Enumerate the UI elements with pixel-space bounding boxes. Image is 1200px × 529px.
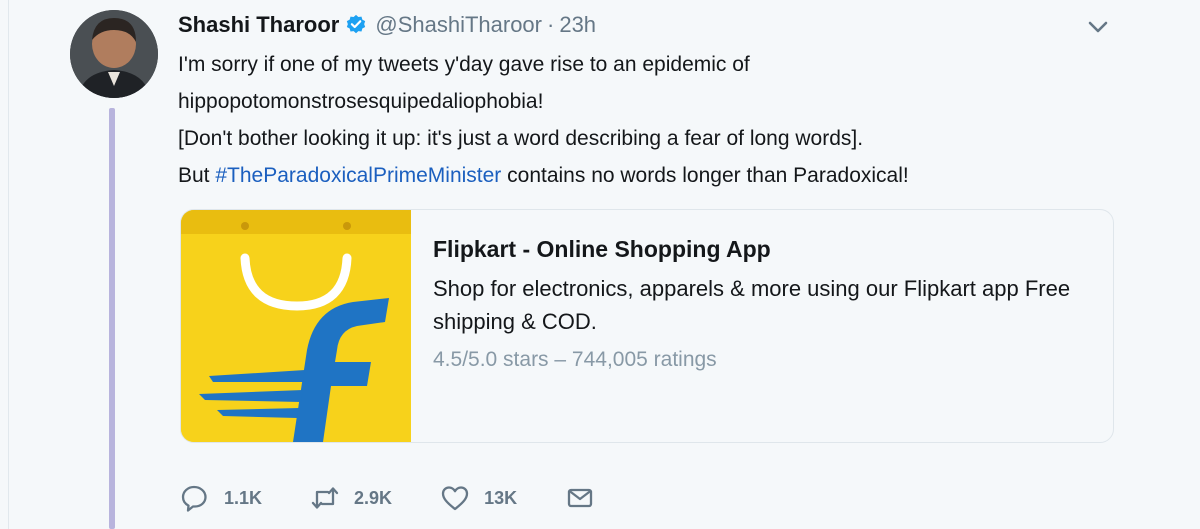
- tweet-text-line: hippopotomonstrosesquipedaliophobia!: [178, 90, 544, 113]
- avatar[interactable]: [70, 10, 158, 98]
- chevron-down-icon[interactable]: [1084, 14, 1112, 40]
- tweet-text-line: I'm sorry if one of my tweets y'day gave…: [178, 53, 750, 76]
- card-title: Flipkart - Online Shopping App: [433, 236, 771, 262]
- tweet-actions: 1.1K 2.9K 13K: [180, 478, 643, 518]
- tweet: Shashi Tharoor @ShashiTharoor · 23h I'm …: [0, 0, 1200, 529]
- card-rating: 4.5/5.0 stars – 744,005 ratings: [433, 348, 717, 371]
- tweet-text-line: [Don't bother looking it up: it's just a…: [178, 127, 864, 150]
- flipkart-logo: [181, 210, 411, 442]
- direct-message-button[interactable]: [565, 483, 595, 513]
- like-button[interactable]: 13K: [440, 483, 517, 513]
- envelope-icon: [567, 488, 593, 508]
- retweet-button[interactable]: 2.9K: [310, 483, 392, 513]
- thread-line: [109, 108, 115, 529]
- author-handle[interactable]: @ShashiTharoor: [375, 12, 542, 38]
- like-count: 13K: [484, 487, 518, 508]
- tweet-text: I'm sorry if one of my tweets y'day gave…: [178, 46, 1118, 194]
- retweet-icon: [311, 487, 339, 509]
- card-description: Shop for electronics, apparels & more us…: [433, 276, 1071, 334]
- heart-icon: [441, 486, 469, 511]
- retweet-count: 2.9K: [354, 487, 393, 508]
- timestamp[interactable]: 23h: [559, 12, 596, 38]
- separator-dot: ·: [547, 12, 555, 37]
- tweet-header: Shashi Tharoor @ShashiTharoor · 23h: [178, 8, 596, 42]
- card-body: Flipkart - Online Shopping App Shop for …: [433, 232, 1093, 372]
- avatar-photo: [70, 10, 158, 98]
- tweet-text-line: But #TheParadoxicalPrimeMinister contain…: [178, 157, 1118, 194]
- reply-button[interactable]: 1.1K: [180, 483, 262, 513]
- reply-count: 1.1K: [224, 487, 263, 508]
- reply-icon: [181, 485, 207, 512]
- text-prefix: But: [178, 164, 216, 187]
- author-name[interactable]: Shashi Tharoor: [178, 12, 339, 38]
- verified-badge-icon: [345, 14, 367, 36]
- link-card[interactable]: Flipkart - Online Shopping App Shop for …: [180, 209, 1114, 443]
- hashtag-link[interactable]: #TheParadoxicalPrimeMinister: [215, 164, 501, 187]
- text-suffix: contains no words longer than Paradoxica…: [501, 164, 909, 187]
